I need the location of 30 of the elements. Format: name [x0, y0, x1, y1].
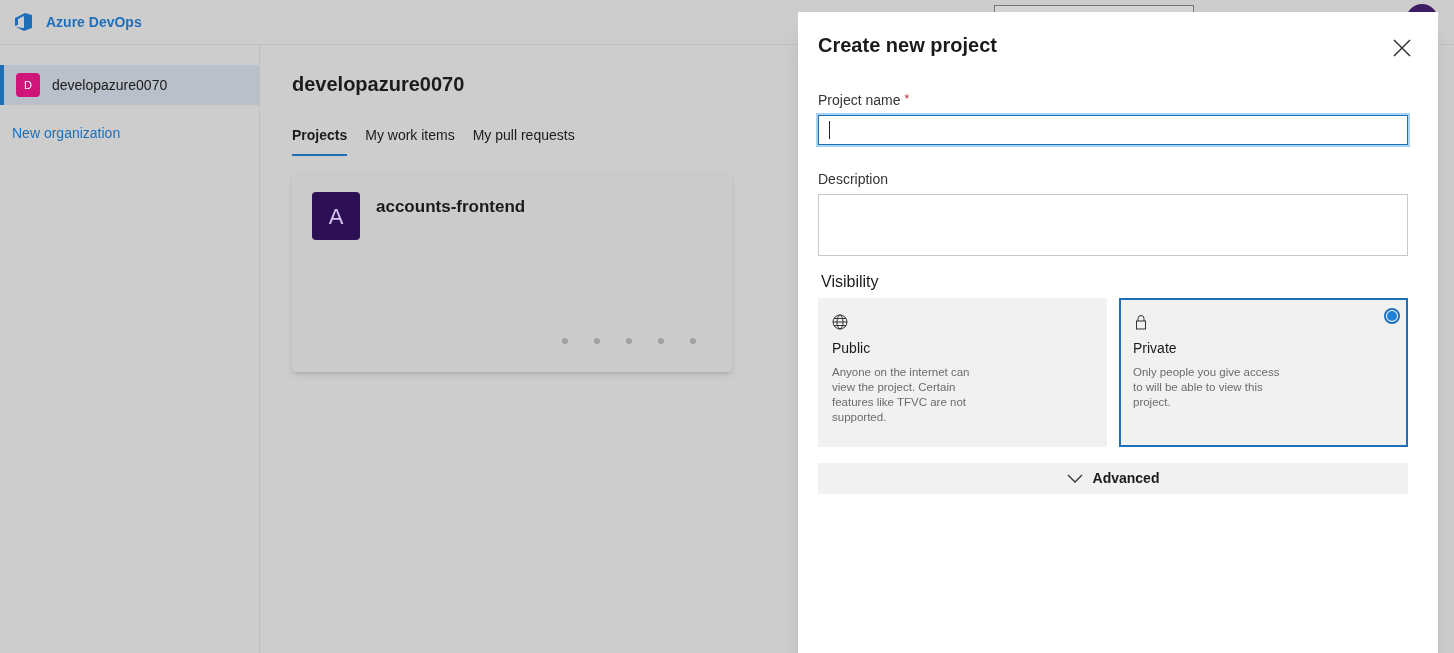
chevron-icon: [1066, 473, 1083, 484]
option-title: Public: [832, 339, 872, 358]
radio-selected-icon: [1384, 308, 1400, 324]
lock-icon: [1133, 314, 1149, 330]
organization-avatar: D: [16, 73, 40, 97]
globe-icon: [832, 314, 848, 330]
option-title: Private: [1133, 339, 1178, 358]
project-name: accounts-frontend: [376, 196, 526, 218]
page-title: developazure0070: [292, 73, 465, 95]
project-name-field[interactable]: [818, 115, 1408, 145]
logo-icon: [12, 12, 34, 32]
tab[interactable]: My pull requests: [472, 125, 575, 156]
field-label: Description: [818, 170, 889, 189]
advanced-toggle[interactable]: Advanced: [818, 463, 1408, 494]
option-description: Only people you give access to will be able to view this project.: [1133, 365, 1281, 410]
required-mark: *: [904, 91, 910, 108]
tab[interactable]: Projects: [292, 125, 348, 156]
organization-name: developazure0070: [52, 75, 168, 95]
project-card[interactable]: A accounts-frontend: [292, 172, 732, 372]
dots-icon: [562, 338, 698, 344]
visibility-option[interactable]: Public Anyone on the internet can view the project. Certain features like TFVC are not supported.: [818, 298, 1107, 447]
dialog-title: Create new project: [818, 33, 997, 58]
description-field[interactable]: [818, 194, 1408, 256]
project-avatar: A: [312, 192, 360, 240]
option-description: Anyone on the internet can view the project. Certain features like TFVC are not supported.: [832, 365, 971, 425]
organization-item[interactable]: D developazure0070: [0, 65, 259, 105]
tab[interactable]: My work items: [365, 125, 455, 156]
field-label: Project name: [818, 91, 901, 110]
visibility-option[interactable]: Private Only people you give access to will be able to view this project.: [1119, 298, 1408, 447]
visibility-label: Visibility: [821, 272, 880, 292]
